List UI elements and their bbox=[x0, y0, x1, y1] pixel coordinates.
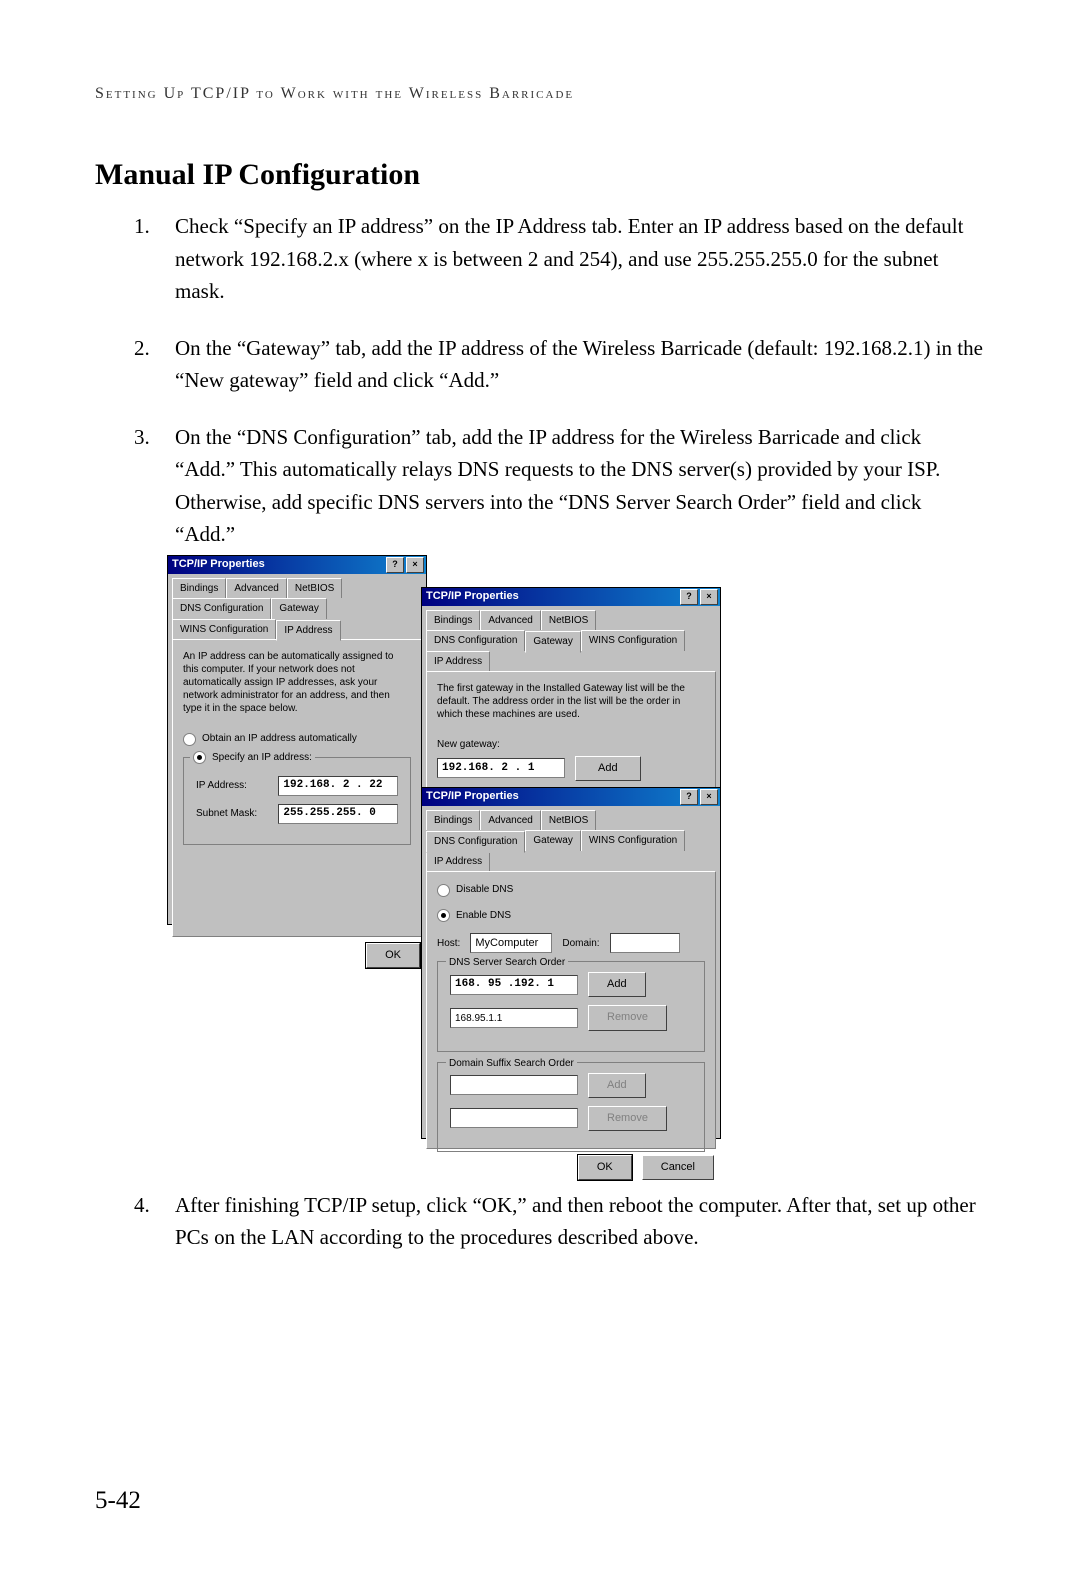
help-icon[interactable]: ? bbox=[386, 557, 404, 573]
tab-bindings[interactable]: Bindings bbox=[172, 578, 226, 599]
step-3: On the “DNS Configuration” tab, add the … bbox=[155, 421, 985, 1165]
dns-search-order-group: DNS Server Search Order 168. 95 .192. 1 … bbox=[437, 961, 705, 1051]
tab-dns-config[interactable]: DNS Configuration bbox=[172, 598, 271, 619]
close-icon[interactable]: × bbox=[700, 589, 718, 605]
dialog-title: TCP/IP Properties bbox=[426, 788, 519, 805]
tab-ip-address[interactable]: IP Address bbox=[276, 620, 340, 642]
radio-specify[interactable]: Specify an IP address: bbox=[190, 750, 315, 766]
close-icon[interactable]: × bbox=[406, 557, 424, 573]
label-new-gateway: New gateway: bbox=[437, 737, 705, 753]
tab-dns-config[interactable]: DNS Configuration bbox=[426, 831, 525, 853]
radio-icon bbox=[437, 909, 450, 922]
add-button[interactable]: Add bbox=[575, 756, 641, 781]
ip-info-text: An IP address can be automatically assig… bbox=[183, 650, 411, 715]
help-icon[interactable]: ? bbox=[680, 589, 698, 605]
label-host: Host: bbox=[437, 936, 460, 952]
running-header: Setting Up TCP/IP to Work with the Wirel… bbox=[95, 85, 985, 103]
step-1: Check “Specify an IP address” on the IP … bbox=[155, 210, 985, 308]
tab-gateway[interactable]: Gateway bbox=[525, 830, 580, 851]
tab-ip-address[interactable]: IP Address bbox=[426, 851, 490, 872]
cancel-button[interactable]: Cancel bbox=[642, 1155, 714, 1180]
tab-advanced[interactable]: Advanced bbox=[480, 810, 540, 831]
input-domain[interactable] bbox=[610, 933, 680, 953]
remove-button[interactable]: Remove bbox=[588, 1106, 667, 1131]
steps-list: Check “Specify an IP address” on the IP … bbox=[155, 210, 985, 1254]
tab-advanced[interactable]: Advanced bbox=[226, 578, 286, 599]
tab-bindings[interactable]: Bindings bbox=[426, 810, 480, 831]
tab-wins[interactable]: WINS Configuration bbox=[581, 830, 685, 851]
dialog-title: TCP/IP Properties bbox=[172, 556, 265, 573]
label-domain: Domain: bbox=[562, 936, 599, 952]
remove-button[interactable]: Remove bbox=[588, 1005, 667, 1030]
tab-netbios[interactable]: NetBIOS bbox=[541, 610, 596, 631]
add-button[interactable]: Add bbox=[588, 1073, 646, 1098]
tab-row-1: Bindings Advanced NetBIOS bbox=[172, 578, 422, 599]
label-ip: IP Address: bbox=[196, 778, 268, 794]
input-dns-server[interactable]: 168. 95 .192. 1 bbox=[450, 975, 578, 995]
dialog-gateway: TCP/IP Properties ? × Bindings Advanced … bbox=[421, 587, 721, 802]
dialog-dns-config: TCP/IP Properties ? × Bindings Advanced … bbox=[421, 787, 721, 1139]
radio-disable-dns[interactable]: Disable DNS bbox=[437, 882, 705, 898]
label-mask: Subnet Mask: bbox=[196, 806, 268, 822]
dns-server-list[interactable]: 168.95.1.1 bbox=[450, 1008, 578, 1028]
close-icon[interactable]: × bbox=[700, 789, 718, 805]
input-ip-address[interactable]: 192.168. 2 . 22 bbox=[278, 776, 398, 796]
radio-icon bbox=[183, 733, 196, 746]
tab-gateway[interactable]: Gateway bbox=[271, 598, 326, 619]
tab-gateway[interactable]: Gateway bbox=[525, 631, 580, 653]
dialog-title: TCP/IP Properties bbox=[426, 588, 519, 605]
input-subnet-mask[interactable]: 255.255.255. 0 bbox=[278, 804, 398, 824]
tab-ip-address[interactable]: IP Address bbox=[426, 651, 490, 672]
input-new-gateway[interactable]: 192.168. 2 . 1 bbox=[437, 758, 565, 778]
suffix-list[interactable] bbox=[450, 1108, 578, 1128]
input-host[interactable]: MyComputer bbox=[470, 933, 552, 953]
ok-button[interactable]: OK bbox=[366, 943, 420, 968]
specify-ip-group: Specify an IP address: IP Address: 192.1… bbox=[183, 757, 411, 845]
radio-enable-dns[interactable]: Enable DNS bbox=[437, 908, 705, 924]
add-button[interactable]: Add bbox=[588, 972, 646, 997]
domain-suffix-group: Domain Suffix Search Order Add Remove bbox=[437, 1062, 705, 1152]
screenshots-figure: TCP/IP Properties ? × Bindings Advanced … bbox=[167, 555, 755, 1165]
titlebar: TCP/IP Properties ? × bbox=[168, 556, 426, 574]
section-heading: Manual IP Configuration bbox=[95, 158, 985, 192]
page-number: 5-42 bbox=[95, 1487, 141, 1515]
dialog-ip-address: TCP/IP Properties ? × Bindings Advanced … bbox=[167, 555, 427, 925]
ok-button[interactable]: OK bbox=[578, 1155, 632, 1180]
tab-row-2: DNS Configuration Gateway WINS Configura… bbox=[172, 598, 422, 639]
step-2: On the “Gateway” tab, add the IP address… bbox=[155, 332, 985, 397]
tab-netbios[interactable]: NetBIOS bbox=[541, 810, 596, 831]
tab-advanced[interactable]: Advanced bbox=[480, 610, 540, 631]
step-4: After finishing TCP/IP setup, click “OK,… bbox=[155, 1189, 985, 1254]
gateway-info-text: The first gateway in the Installed Gatew… bbox=[437, 682, 705, 721]
help-icon[interactable]: ? bbox=[680, 789, 698, 805]
tab-wins[interactable]: WINS Configuration bbox=[581, 630, 685, 651]
radio-icon bbox=[193, 751, 206, 764]
radio-icon bbox=[437, 884, 450, 897]
tab-netbios[interactable]: NetBIOS bbox=[287, 578, 342, 599]
tab-dns-config[interactable]: DNS Configuration bbox=[426, 630, 525, 651]
input-domain-suffix[interactable] bbox=[450, 1075, 578, 1095]
tab-bindings[interactable]: Bindings bbox=[426, 610, 480, 631]
tab-wins[interactable]: WINS Configuration bbox=[172, 619, 276, 640]
radio-obtain-auto[interactable]: Obtain an IP address automatically bbox=[183, 731, 411, 747]
